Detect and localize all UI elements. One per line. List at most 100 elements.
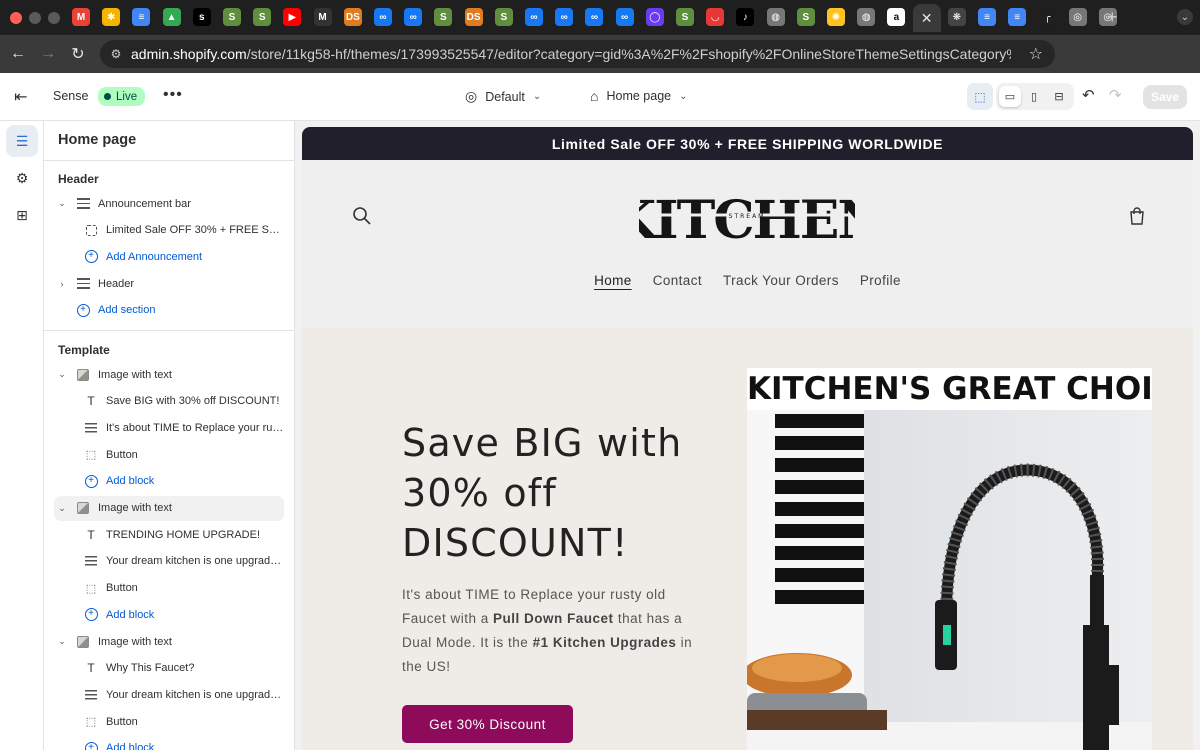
amazon-icon[interactable]: a: [887, 8, 906, 26]
paragraph-icon: [82, 554, 100, 568]
minimize-window-button[interactable]: [29, 12, 41, 24]
hero-heading: Save BIG with 30% off DISCOUNT!: [402, 421, 683, 565]
chevron-down-icon[interactable]: ⌄: [54, 198, 70, 209]
undo-icon[interactable]: ↶: [1082, 86, 1095, 104]
sidebar-section-item[interactable]: ⌄ Image with text: [54, 362, 284, 387]
sidebar-item-label: Image with text: [98, 502, 172, 514]
chart-icon[interactable]: ╭: [1038, 8, 1057, 26]
sidebar-block-item[interactable]: Limited Sale OFF 30% + FREE SHIPPING WOR…: [54, 218, 284, 243]
sidebar-block-item[interactable]: ⬚ Button: [54, 576, 284, 601]
chevron-right-icon[interactable]: ›: [54, 279, 70, 289]
new-tab-button[interactable]: +: [1107, 7, 1118, 28]
chevron-down-icon[interactable]: ⌄: [54, 503, 70, 514]
close-window-button[interactable]: [10, 12, 22, 24]
redo-icon[interactable]: ↷: [1109, 86, 1122, 104]
get-discount-button[interactable]: Get 30% Discount: [402, 705, 573, 743]
s-icon[interactable]: s: [192, 8, 211, 26]
sidebar-block-item[interactable]: ⬚ Button: [54, 442, 284, 467]
address-bar[interactable]: ⚙ admin.shopify.com/store/11kg58-hf/them…: [100, 40, 1055, 68]
inspector-toggle-icon[interactable]: ⬚: [967, 83, 993, 110]
pinwheel-icon[interactable]: ✱: [102, 8, 121, 26]
sidebar-block-item[interactable]: T Save BIG with 30% off DISCOUNT!: [54, 389, 284, 414]
add-item-button[interactable]: + Add block: [54, 469, 284, 494]
sidebar-item-label: Limited Sale OFF 30% + FREE SHIPPING WOR…: [106, 224, 284, 237]
sidebar-section-item[interactable]: ⌄ Image with text: [54, 495, 284, 521]
docs-icon[interactable]: ≡: [1008, 8, 1027, 26]
add-item-button[interactable]: + Add section: [54, 298, 284, 323]
save-button[interactable]: Save: [1143, 85, 1187, 109]
openai-icon[interactable]: ❋: [947, 8, 966, 26]
chevron-down-icon[interactable]: ⌄: [54, 369, 70, 380]
add-item-button[interactable]: + Add block: [54, 602, 284, 627]
ds-icon[interactable]: DS: [343, 8, 362, 26]
announcement-bar[interactable]: Limited Sale OFF 30% + FREE SHIPPING WOR…: [302, 127, 1193, 160]
globe-icon[interactable]: ◍: [857, 8, 876, 26]
sidebar-section-item[interactable]: ⌄ Image with text: [54, 629, 284, 654]
back-arrow-icon[interactable]: ←: [8, 44, 28, 64]
tab-search-chevron-icon[interactable]: ⌄: [1177, 9, 1193, 25]
image-with-text-section[interactable]: Save BIG with 30% off DISCOUNT! It's abo…: [302, 328, 1193, 750]
desktop-preview-icon[interactable]: ▭: [999, 86, 1021, 107]
sidebar-block-item[interactable]: ⬚ Button: [54, 709, 284, 734]
meta-icon[interactable]: ∞: [555, 8, 574, 26]
close-icon[interactable]: ✕: [912, 4, 941, 32]
sidebar-block-item[interactable]: It's about TIME to Replace your rusty ol…: [54, 415, 284, 440]
gmail-icon[interactable]: M: [72, 8, 90, 26]
reload-icon[interactable]: ↻: [68, 44, 88, 64]
meta-icon[interactable]: ∞: [374, 8, 392, 26]
sidebar-section-item[interactable]: ⌄ Announcement bar: [54, 191, 284, 216]
youtube-icon[interactable]: ▶: [283, 8, 302, 26]
sidebar-block-item[interactable]: T TRENDING HOME UPGRADE!: [54, 522, 284, 547]
globe-icon[interactable]: ◍: [766, 8, 785, 26]
forward-arrow-icon[interactable]: →: [38, 44, 58, 64]
walmart-icon[interactable]: ✺: [827, 8, 845, 26]
sidebar-block-item[interactable]: T Why This Faucet?: [54, 656, 284, 681]
drive-icon[interactable]: ▲: [162, 8, 181, 26]
docs-icon[interactable]: ≡: [132, 8, 151, 26]
nav-home[interactable]: Home: [594, 273, 632, 288]
shopify-bag-icon[interactable]: S: [676, 8, 694, 26]
nav-contact[interactable]: Contact: [653, 273, 702, 288]
shopify-bag-icon[interactable]: S: [434, 8, 453, 26]
meta-icon[interactable]: ∞: [615, 8, 634, 26]
nav-profile[interactable]: Profile: [860, 273, 901, 288]
meta-icon[interactable]: ∞: [404, 8, 423, 26]
fullscreen-preview-icon[interactable]: ⊟: [1048, 86, 1070, 107]
ds-icon[interactable]: DS: [464, 8, 483, 26]
bookmark-star-icon[interactable]: ☆: [1029, 44, 1043, 64]
circle-app-icon[interactable]: ◯: [645, 8, 664, 26]
theme-preset-selector[interactable]: ◎ Default ⌄: [465, 88, 541, 105]
nav-track-orders[interactable]: Track Your Orders: [723, 273, 839, 288]
search-icon[interactable]: [352, 206, 372, 226]
add-circle-icon: +: [82, 741, 100, 750]
sidebar-block-item[interactable]: Your dream kitchen is one upgrade away: [54, 549, 284, 574]
m-icon[interactable]: M: [313, 8, 332, 26]
shopify-bag-icon[interactable]: S: [253, 8, 272, 26]
sections-icon[interactable]: ☰: [6, 125, 38, 157]
shopify-bag-icon[interactable]: S: [494, 8, 513, 26]
more-actions-icon[interactable]: •••: [163, 86, 183, 104]
red-bag-icon[interactable]: ◡: [706, 8, 725, 26]
shopify-bag-icon[interactable]: S: [223, 8, 241, 26]
exit-editor-icon[interactable]: ⇤: [14, 87, 27, 107]
tiktok-icon[interactable]: ♪: [736, 8, 755, 26]
page-selector[interactable]: ⌂ Home page ⌄: [590, 88, 687, 104]
cart-icon[interactable]: [1128, 207, 1146, 225]
chevron-down-icon[interactable]: ⌄: [54, 636, 70, 647]
docs-icon[interactable]: ≡: [978, 8, 996, 26]
store-logo[interactable]: KITCHEN STREAM: [639, 194, 855, 242]
sidebar-section-item[interactable]: › Header: [54, 271, 284, 296]
theme-settings-gear-icon[interactable]: ⚙: [6, 162, 38, 194]
chrome-icon[interactable]: ◎: [1068, 8, 1087, 26]
sidebar-block-item[interactable]: Your dream kitchen is one upgrade away: [54, 682, 284, 707]
add-item-button[interactable]: + Add block: [54, 736, 284, 750]
meta-icon[interactable]: ∞: [525, 8, 543, 26]
apps-icon[interactable]: ⊞: [6, 199, 38, 231]
site-settings-icon[interactable]: ⚙: [108, 46, 124, 62]
image-thumbnail-icon: [74, 501, 92, 515]
shopify-bag-icon[interactable]: S: [796, 8, 815, 26]
meta-icon[interactable]: ∞: [585, 8, 604, 26]
zoom-window-button[interactable]: [48, 12, 60, 24]
add-item-button[interactable]: + Add Announcement: [54, 244, 284, 269]
mobile-preview-icon[interactable]: ▯: [1023, 86, 1045, 107]
